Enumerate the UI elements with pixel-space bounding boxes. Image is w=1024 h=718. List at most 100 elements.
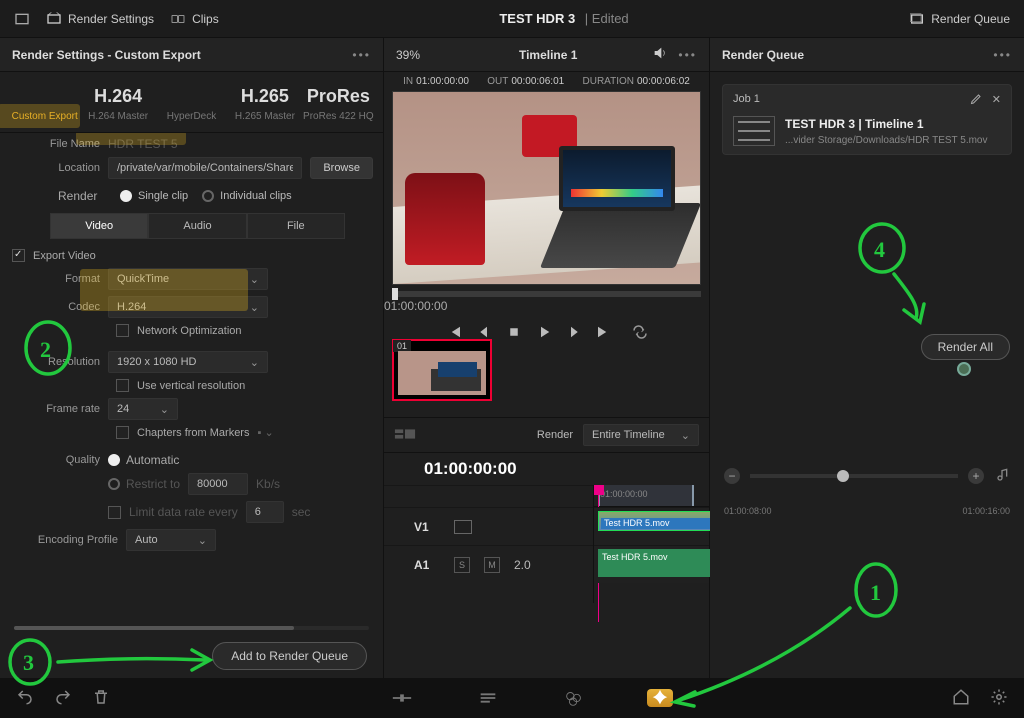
filename-label: File Name <box>22 138 100 150</box>
encoding-profile-label: Encoding Profile <box>22 534 118 546</box>
job-edit-icon[interactable] <box>970 93 982 108</box>
timeline-name: Timeline 1 <box>519 48 577 62</box>
ruler-tick-2: 01:00:16:00 <box>962 506 1010 516</box>
render-scope-label: Render <box>537 429 573 441</box>
job-title: TEST HDR 3 | Timeline 1 <box>785 117 988 131</box>
vert-res-check[interactable] <box>116 379 129 392</box>
encoding-profile-select[interactable]: Auto⌄ <box>126 529 216 551</box>
render-settings-nav[interactable]: Render Settings <box>46 11 154 27</box>
export-video-check[interactable] <box>12 249 25 262</box>
page-cut-icon[interactable] <box>389 689 415 707</box>
track-a1-channels: 2.0 <box>514 558 531 572</box>
track-v1-icon[interactable] <box>454 520 472 534</box>
scrub-bar[interactable] <box>392 291 701 297</box>
gear-icon[interactable] <box>990 688 1008 709</box>
project-title: TEST HDR 3 <box>499 11 575 26</box>
clips-nav[interactable]: Clips <box>170 11 219 27</box>
stop-icon[interactable] <box>503 321 525 343</box>
job-label: Job 1 <box>733 93 760 108</box>
fullscreen-icon[interactable] <box>14 11 30 27</box>
timeline-view-icon[interactable] <box>394 427 416 444</box>
framerate-label: Frame rate <box>22 403 100 415</box>
trash-icon[interactable] <box>92 688 110 709</box>
job-path: ...vider Storage/Downloads/HDR TEST 5.mo… <box>785 135 988 146</box>
preset-h264-master[interactable]: H.264 H.264 Master <box>81 86 154 122</box>
tab-video[interactable]: Video <box>50 213 148 239</box>
resolution-label: Resolution <box>22 356 100 368</box>
render-queue-nav[interactable]: Render Queue <box>909 11 1010 27</box>
preset-hyperdeck[interactable]: HyperDeck <box>155 86 228 122</box>
preset-strip: Custom Export H.264 H.264 Master HyperDe… <box>0 72 383 133</box>
page-edit-icon[interactable] <box>475 689 501 707</box>
tab-audio[interactable]: Audio <box>148 213 246 239</box>
film-icon <box>733 116 775 146</box>
zoom-out-icon[interactable]: − <box>724 468 740 484</box>
audio-clip[interactable]: Test HDR 5.mov <box>598 549 714 577</box>
touch-indicator-icon <box>957 362 971 376</box>
tc-dur: DURATION00:00:06:02 <box>583 76 690 87</box>
browse-button[interactable]: Browse <box>310 157 373 179</box>
undo-icon[interactable] <box>16 688 34 709</box>
framerate-select[interactable]: 24⌄ <box>108 398 178 420</box>
job-remove-icon[interactable]: ✕ <box>992 93 1001 108</box>
panel-menu-icon[interactable]: ••• <box>352 48 371 62</box>
zoom-in-icon[interactable]: + <box>968 468 984 484</box>
quality-label: Quality <box>22 454 100 466</box>
preset-custom-export[interactable]: Custom Export <box>8 86 81 122</box>
page-color-icon[interactable] <box>561 689 587 707</box>
render-queue-label: Render Queue <box>931 12 1010 26</box>
quality-auto-radio[interactable]: Automatic <box>108 453 179 467</box>
render-mode-label: Render <box>58 189 106 203</box>
audio-meters-icon[interactable] <box>994 468 1010 484</box>
render-individual-radio[interactable]: Individual clips <box>202 190 292 202</box>
tc-out: OUT00:00:06:01 <box>487 76 564 87</box>
job-card[interactable]: Job 1 ✕ TEST HDR 3 | Timeline 1 ...vider… <box>722 84 1012 155</box>
format-select[interactable]: QuickTime⌄ <box>108 268 268 290</box>
filename-value: HDR TEST 5 <box>108 137 178 151</box>
zoom-slider[interactable] <box>750 474 958 478</box>
render-settings-title: Render Settings - Custom Export <box>12 48 201 62</box>
render-all-button[interactable]: Render All <box>921 334 1010 360</box>
home-icon[interactable] <box>952 688 970 709</box>
limit-check[interactable] <box>108 506 121 519</box>
add-to-render-queue-button[interactable]: Add to Render Queue <box>212 642 367 670</box>
play-icon[interactable] <box>533 321 555 343</box>
zoom-percent[interactable]: 39% <box>396 48 444 62</box>
limit-field[interactable] <box>246 501 284 523</box>
resolution-select[interactable]: 1920 x 1080 HD⌄ <box>108 351 268 373</box>
loop-icon[interactable] <box>629 321 651 343</box>
page-deliver-icon[interactable] <box>647 689 673 707</box>
render-queue-title: Render Queue <box>722 48 804 62</box>
net-opt-check[interactable] <box>116 324 129 337</box>
timeline-ruler[interactable]: 01:00:00:00 <box>594 485 709 507</box>
redo-icon[interactable] <box>54 688 72 709</box>
edited-tag: | Edited <box>585 11 629 26</box>
preset-prores[interactable]: ProRes ProRes 422 HQ <box>302 86 375 122</box>
track-a1-label: A1 <box>414 558 444 572</box>
track-a1-mute[interactable]: M <box>484 557 500 573</box>
tab-file[interactable]: File <box>247 213 345 239</box>
go-end-icon[interactable] <box>593 321 615 343</box>
render-scope-select[interactable]: Entire Timeline⌄ <box>583 424 699 446</box>
tc-in: IN01:00:00:00 <box>403 76 469 87</box>
preview-viewer[interactable] <box>392 91 701 285</box>
clip-thumbnail[interactable]: 01 <box>392 339 492 401</box>
ruler-tick-1: 01:00:08:00 <box>724 506 772 516</box>
restrict-field[interactable] <box>188 473 248 495</box>
step-fwd-icon[interactable] <box>563 321 585 343</box>
track-a1-solo[interactable]: S <box>454 557 470 573</box>
render-settings-label: Render Settings <box>68 12 154 26</box>
queue-menu-icon[interactable]: ••• <box>993 48 1012 62</box>
volume-icon[interactable] <box>652 45 668 64</box>
quality-restrict-radio[interactable]: Restrict to <box>108 477 180 491</box>
render-single-radio[interactable]: Single clip <box>120 190 188 202</box>
chapters-check[interactable] <box>116 426 129 439</box>
codec-select[interactable]: H.264⌄ <box>108 296 268 318</box>
video-clip[interactable]: Test HDR 5.mov <box>598 511 714 531</box>
viewer-menu-icon[interactable]: ••• <box>678 48 697 62</box>
preset-h265-master[interactable]: H.265 H.265 Master <box>228 86 301 122</box>
settings-scrollbar[interactable] <box>14 626 369 630</box>
location-field[interactable] <box>108 157 302 179</box>
format-label: Format <box>22 273 100 285</box>
timeline-timecode: 01:00:00:00 <box>424 459 517 479</box>
